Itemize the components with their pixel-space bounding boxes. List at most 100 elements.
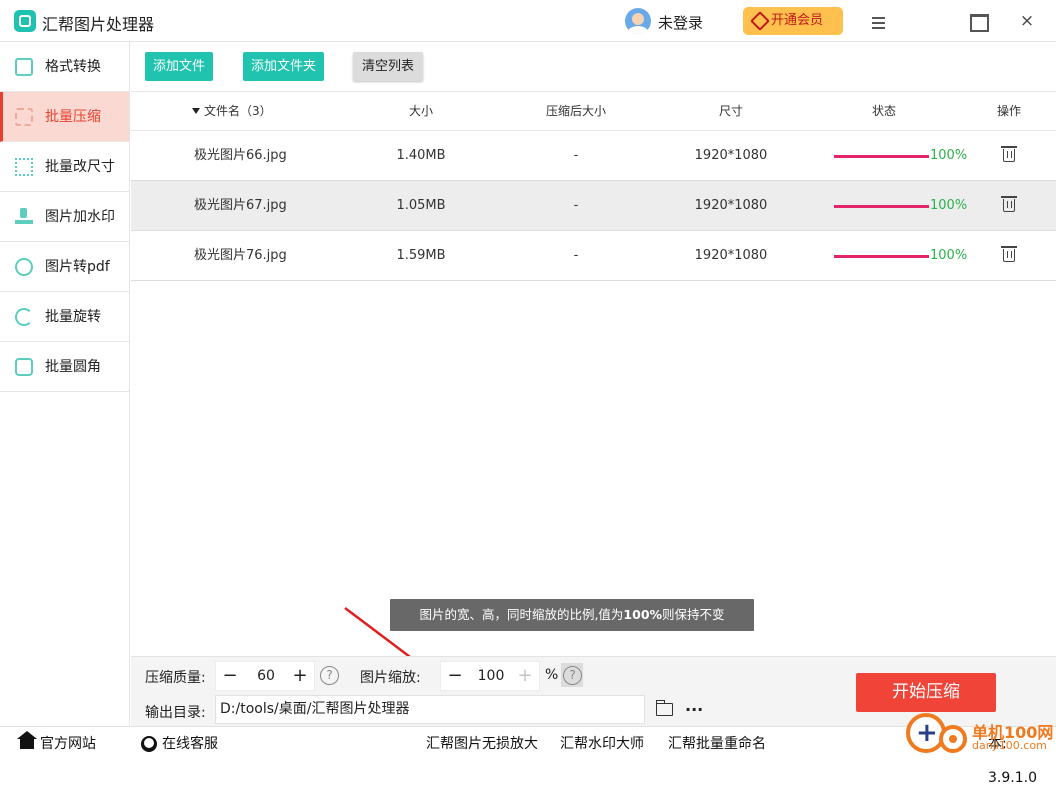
file-table: 文件名（3） 大小 压缩后大小 尺寸 状态 操作 极光图片66.jpg 1.40… (131, 92, 1056, 281)
app-logo-icon (14, 10, 36, 32)
customer-service-icon (141, 736, 157, 752)
file-name: 极光图片66.jpg (194, 148, 287, 163)
scale-help-icon[interactable]: ? (563, 666, 582, 685)
rounded-corner-icon (15, 358, 33, 376)
scale-value[interactable]: 100 (469, 662, 513, 690)
quality-label: 压缩质量: (145, 670, 206, 686)
sort-desc-icon (192, 108, 200, 114)
scale-stepper: − 100 + (440, 661, 540, 691)
progress-text: 100% (930, 148, 968, 163)
title-bar: 汇帮图片处理器 未登录 开通会员 × (0, 0, 1056, 42)
resize-icon (15, 158, 33, 176)
vip-button[interactable]: 开通会员 (743, 7, 843, 35)
more-icon[interactable]: ··· (685, 700, 703, 719)
file-name: 极光图片76.jpg (194, 248, 287, 263)
official-website-link[interactable]: 官方网站 (40, 727, 96, 761)
maximize-icon[interactable] (965, 8, 991, 34)
file-size: 1.59MB (396, 248, 446, 263)
table-row[interactable]: 极光图片76.jpg 1.59MB - 1920*1080 100% (131, 231, 1056, 281)
quality-stepper: − 60 + (215, 661, 315, 691)
close-icon[interactable]: × (1014, 8, 1040, 34)
sidebar-item-label: 批量旋转 (45, 309, 101, 325)
column-header-actions: 操作 (996, 104, 1021, 118)
progress-bar (834, 155, 929, 158)
scale-label: 图片缩放: (360, 670, 421, 686)
sidebar-item-label: 批量压缩 (45, 109, 101, 125)
login-status[interactable]: 未登录 (658, 12, 703, 33)
compressed-size: - (573, 248, 579, 263)
percent-sign: % (545, 667, 559, 683)
scale-increase-button[interactable]: + (511, 662, 539, 690)
footer-link-rename[interactable]: 汇帮批量重命名 (668, 727, 766, 761)
diamond-icon (750, 11, 770, 31)
footer-link-watermark[interactable]: 汇帮水印大师 (560, 727, 644, 761)
column-header-dimensions: 尺寸 (718, 104, 743, 118)
compressed-size: - (573, 148, 579, 163)
trash-icon[interactable] (1001, 146, 1017, 162)
column-header-status: 状态 (871, 104, 896, 118)
column-header-size: 大小 (408, 104, 433, 118)
user-avatar[interactable] (625, 8, 651, 34)
add-folder-button[interactable]: 添加文件夹 (243, 52, 324, 81)
sidebar-item-watermark[interactable]: 图片加水印 (0, 192, 129, 242)
output-path-input[interactable]: D:/tools/桌面/汇帮图片处理器 (215, 695, 645, 724)
footer: 官方网站 在线客服 汇帮图片无损放大 汇帮水印大师 汇帮批量重命名 本: 3.9… (0, 713, 1056, 786)
scale-tooltip: 图片的宽、高，同时缩放的比例,值为100%则保持不变 (390, 599, 754, 631)
column-header-name[interactable]: 文件名（3） (192, 92, 272, 131)
table-row[interactable]: 极光图片67.jpg 1.05MB - 1920*1080 100% (131, 181, 1056, 231)
sidebar-item-label: 图片加水印 (45, 209, 115, 225)
vip-label: 开通会员 (771, 13, 824, 28)
watermark-icon (15, 208, 33, 226)
progress-text: 100% (930, 248, 968, 263)
trash-icon[interactable] (1001, 196, 1017, 212)
file-dimensions: 1920*1080 (694, 148, 768, 163)
folder-icon[interactable] (656, 700, 673, 716)
add-file-button[interactable]: 添加文件 (145, 52, 213, 81)
file-size: 1.40MB (396, 148, 446, 163)
file-size: 1.05MB (396, 198, 446, 213)
progress-text: 100% (930, 198, 968, 213)
table-row[interactable]: 极光图片66.jpg 1.40MB - 1920*1080 100% (131, 131, 1056, 181)
watermark-domain: danji100.com (972, 739, 1047, 752)
rotate-icon (15, 308, 33, 326)
progress-bar (834, 255, 929, 258)
quality-increase-button[interactable]: + (286, 662, 314, 690)
sidebar-item-format-convert[interactable]: 格式转换 (0, 42, 129, 92)
file-name: 极光图片67.jpg (194, 198, 287, 213)
sidebar-item-batch-compress[interactable]: 批量压缩 (0, 92, 129, 142)
footer-link-upscale[interactable]: 汇帮图片无损放大 (426, 727, 538, 761)
sidebar-item-label: 批量改尺寸 (45, 159, 115, 175)
sidebar-item-to-pdf[interactable]: 图片转pdf (0, 242, 129, 292)
sidebar-item-label: 图片转pdf (45, 259, 110, 275)
app-title: 汇帮图片处理器 (42, 15, 155, 34)
home-icon (17, 731, 37, 749)
watermark-dot-icon (939, 725, 967, 753)
sidebar-item-batch-rotate[interactable]: 批量旋转 (0, 292, 129, 342)
compressed-size: - (573, 198, 579, 213)
pdf-icon (15, 258, 33, 276)
sidebar: 格式转换 批量压缩 批量改尺寸 图片加水印 图片转pdf 批量旋转 批量圆角 (0, 42, 130, 726)
progress-fill (834, 255, 929, 258)
file-dimensions: 1920*1080 (694, 248, 768, 263)
online-service-link[interactable]: 在线客服 (162, 727, 218, 761)
progress-fill (834, 205, 929, 208)
sidebar-item-batch-resize[interactable]: 批量改尺寸 (0, 142, 129, 192)
clear-list-button[interactable]: 清空列表 (353, 52, 423, 81)
progress-fill (834, 155, 929, 158)
quality-value[interactable]: 60 (244, 662, 288, 690)
scale-decrease-button[interactable]: − (441, 662, 469, 690)
format-convert-icon (15, 58, 33, 76)
sidebar-item-label: 批量圆角 (45, 359, 101, 375)
quality-decrease-button[interactable]: − (216, 662, 244, 690)
column-header-compressed-size: 压缩后大小 (545, 104, 606, 118)
trash-icon[interactable] (1001, 246, 1017, 262)
sidebar-item-label: 格式转换 (45, 59, 101, 75)
table-header: 文件名（3） 大小 压缩后大小 尺寸 状态 操作 (131, 92, 1056, 131)
sidebar-item-rounded-corner[interactable]: 批量圆角 (0, 342, 129, 392)
start-compress-button[interactable]: 开始压缩 (856, 673, 996, 712)
toolbar: 添加文件 添加文件夹 清空列表 (131, 42, 1056, 92)
file-dimensions: 1920*1080 (694, 198, 768, 213)
menu-icon[interactable] (865, 8, 891, 34)
output-label: 输出目录: (145, 705, 206, 721)
quality-help-icon[interactable]: ? (320, 666, 339, 685)
